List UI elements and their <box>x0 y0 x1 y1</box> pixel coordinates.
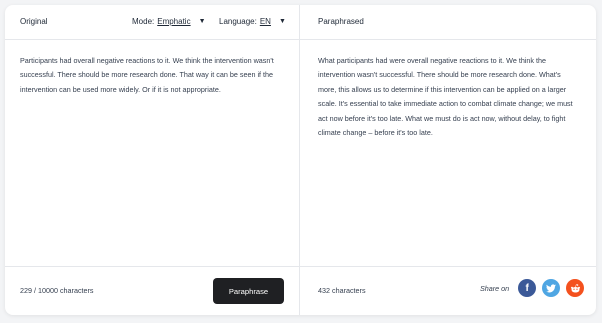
paraphrased-title: Paraphrased <box>318 17 364 26</box>
twitter-icon[interactable] <box>542 279 561 297</box>
mode-selector[interactable]: Mode: Emphatic ▼ <box>132 17 206 26</box>
paraphrased-header: Paraphrased <box>300 5 596 40</box>
chevron-down-icon[interactable]: ▼ <box>199 18 206 25</box>
language-selector[interactable]: Language: EN ▼ <box>219 17 286 26</box>
reddit-icon[interactable] <box>566 279 585 297</box>
original-pane: Original Mode: Emphatic ▼ Language: EN ▼… <box>5 5 299 315</box>
original-char-count: 229 / 10000 characters <box>20 286 94 295</box>
share-label: Share on <box>480 283 510 293</box>
original-header: Original Mode: Emphatic ▼ Language: EN ▼ <box>5 5 299 40</box>
original-text-input[interactable]: Participants had overall negative reacti… <box>20 54 283 97</box>
share-bar: Share on f <box>480 279 590 297</box>
mode-label: Mode: <box>132 17 155 26</box>
facebook-icon[interactable]: f <box>518 279 537 297</box>
paraphrased-pane: Paraphrased What participants had were o… <box>300 5 596 315</box>
paraphrased-char-count: 432 characters <box>318 286 366 295</box>
paraphraser-card: Original Mode: Emphatic ▼ Language: EN ▼… <box>5 5 596 315</box>
chevron-down-icon[interactable]: ▼ <box>279 18 286 25</box>
original-footer: 229 / 10000 characters Paraphrase <box>5 266 299 315</box>
original-title: Original <box>20 17 48 26</box>
paraphrased-footer: 432 characters Share on f <box>300 266 596 315</box>
language-value[interactable]: EN <box>260 17 271 26</box>
mode-value[interactable]: Emphatic <box>157 17 190 26</box>
language-label: Language: <box>219 17 257 26</box>
paraphrased-text-output: What participants had were overall negat… <box>318 56 573 138</box>
paraphrase-button[interactable]: Paraphrase <box>213 278 284 304</box>
